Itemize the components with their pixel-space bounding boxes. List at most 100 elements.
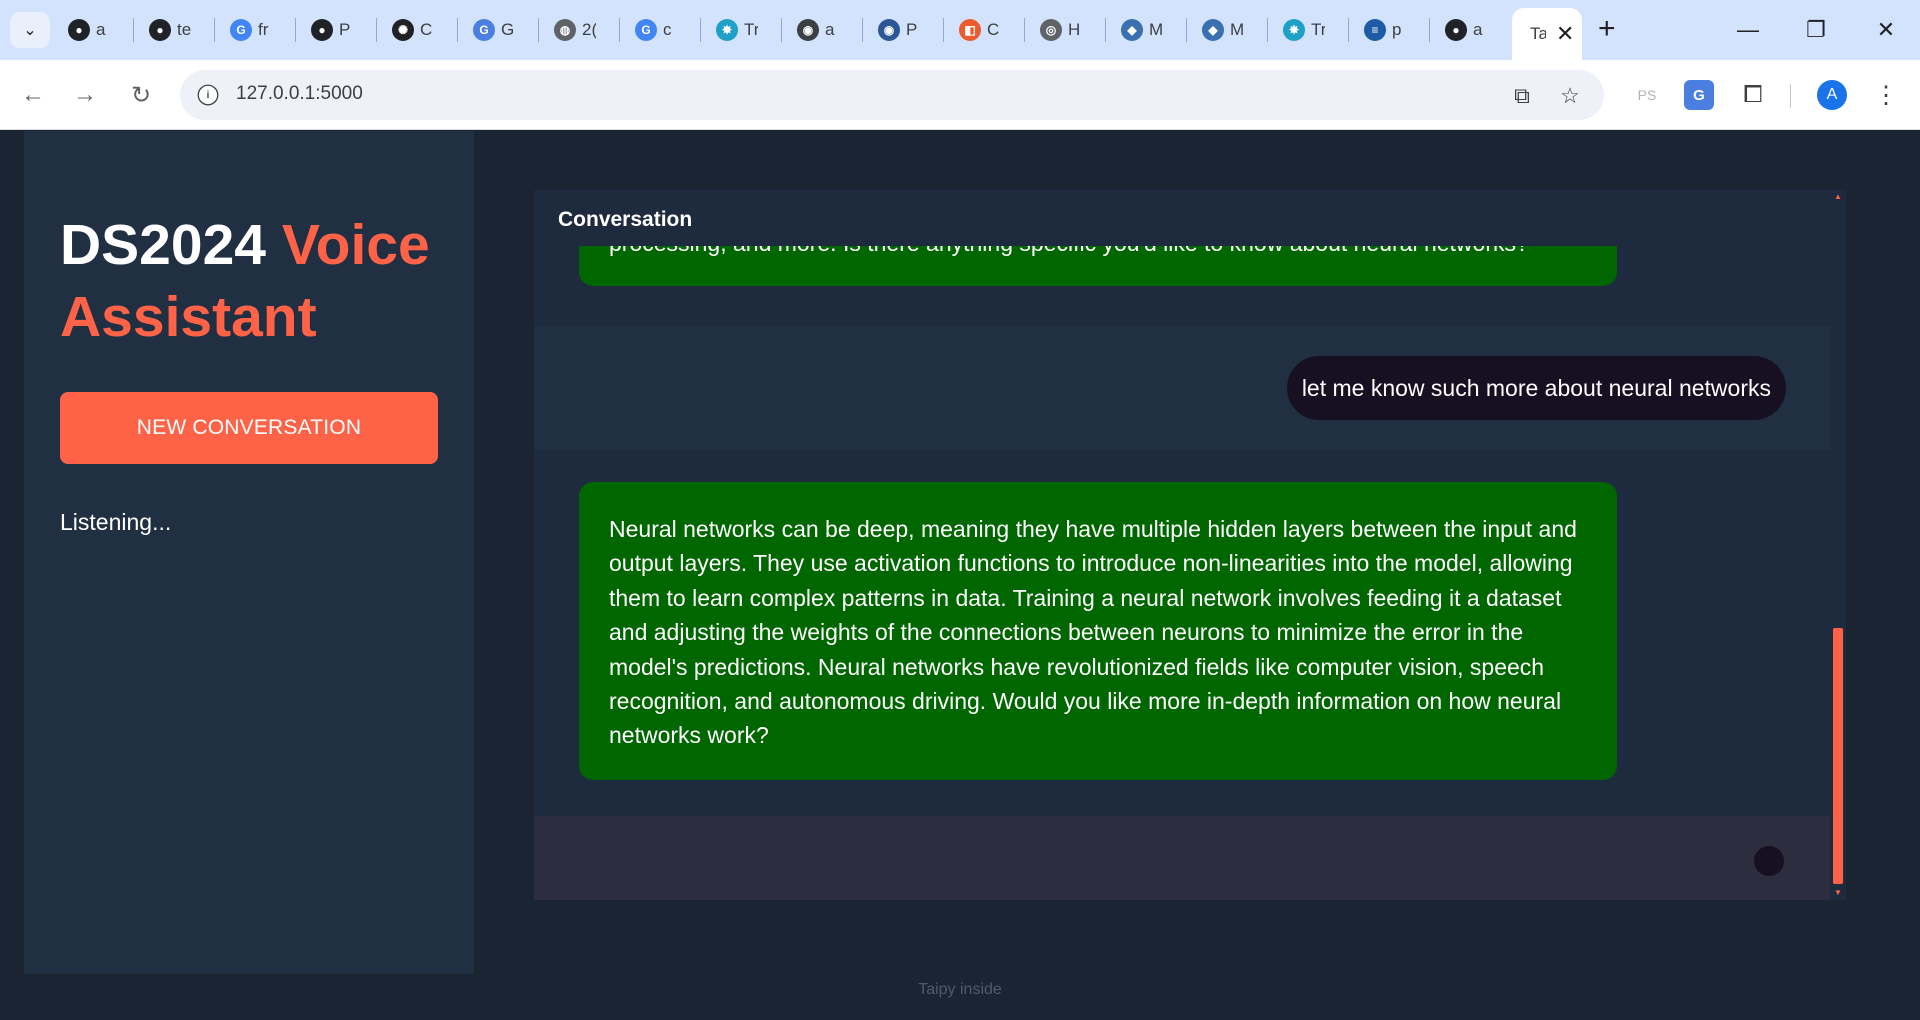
browser-tab[interactable]: ✸ Tr <box>704 12 758 48</box>
tab-label: Tr <box>744 20 758 39</box>
tab-separator <box>781 18 782 42</box>
extension-faded[interactable]: PS <box>1632 76 1662 114</box>
tab-separator <box>619 18 620 42</box>
tab-label: c <box>663 20 672 39</box>
github-icon: ● <box>311 19 333 41</box>
assistant-message-text: Neural networks can be deep, meaning the… <box>609 516 1577 749</box>
restore-button[interactable]: ❐ <box>1796 10 1836 50</box>
tab-label: M <box>1149 20 1163 39</box>
conversation-scrollbar[interactable]: ▲ ▼ <box>1830 190 1846 900</box>
assistant-message: Neural networks can be deep, meaning the… <box>579 482 1617 780</box>
user-message-row: let me know such more about neural netwo… <box>534 326 1830 450</box>
browser-tab[interactable]: ● a <box>1433 12 1487 48</box>
tab-separator <box>1429 18 1430 42</box>
close-window-button[interactable]: ✕ <box>1866 10 1906 50</box>
browser-tab-strip: ⌄ ● a ● te Gfr ● P ✺ C G G ◍ 2(Gc ✸ Tr ◉ a ◉ P ◧ C ◎ H ◆ M ◆ M ✸ Tr ≡… <box>0 0 1920 60</box>
tab-label: M <box>1230 20 1244 39</box>
openai-icon: ✺ <box>392 19 414 41</box>
browser-tab[interactable]: ✺ C <box>380 12 434 48</box>
browser-tab[interactable]: Gfr <box>218 12 272 48</box>
tab-separator <box>1348 18 1349 42</box>
new-tab-button[interactable]: + <box>1598 14 1616 44</box>
tab-label: P <box>339 20 351 39</box>
new-conversation-button[interactable]: NEW CONVERSATION <box>60 392 438 464</box>
tab-label: C <box>987 20 1000 39</box>
browser-tab[interactable]: ◆ M <box>1190 12 1244 48</box>
message-list[interactable]: processing, and more. Is there anything … <box>534 246 1830 816</box>
tab-label: Tr <box>1311 20 1325 39</box>
scroll-up-icon[interactable]: ▲ <box>1833 192 1843 202</box>
tab-label: a <box>1473 20 1483 39</box>
user-message: let me know such more about neural netwo… <box>1286 356 1786 420</box>
tab-search-button[interactable]: ⌄ <box>10 12 50 48</box>
tab-label: fr <box>258 20 269 39</box>
back-button[interactable]: ← <box>14 76 52 114</box>
profile-avatar[interactable]: A <box>1814 76 1850 114</box>
google-icon: G <box>230 19 252 41</box>
browser-tab[interactable]: ● P <box>299 12 353 48</box>
browser-tab[interactable]: ◉ a <box>785 12 839 48</box>
user-message-text: let me know such more about neural netwo… <box>1301 374 1771 401</box>
site-info-icon[interactable]: i <box>197 84 219 106</box>
app-title-main: DS2024 <box>60 213 266 277</box>
tab-separator <box>376 18 377 42</box>
tab-label: p <box>1392 20 1402 39</box>
listening-status: Listening... <box>60 509 172 535</box>
tab-label: G <box>501 20 515 39</box>
extensions-puzzle-icon[interactable]: ⧠ <box>1736 76 1770 114</box>
tab-label: P <box>906 20 918 39</box>
browser-tab[interactable]: ≡ p <box>1352 12 1406 48</box>
tab-separator <box>538 18 539 42</box>
translate-extension-icon[interactable]: G <box>1682 76 1716 114</box>
tab-label: H <box>1068 20 1081 39</box>
open-in-app-icon[interactable]: ⧉ <box>1506 80 1538 112</box>
active-tab[interactable]: Ta ✕ <box>1512 8 1582 60</box>
generic-icon: ◉ <box>797 19 819 41</box>
tab-label: a <box>96 20 106 39</box>
minimize-button[interactable]: — <box>1728 10 1768 50</box>
browser-tab[interactable]: ● a <box>56 12 110 48</box>
sidebar: DS2024 Voice Assistant NEW CONVERSATION … <box>24 131 474 974</box>
chrome-icon: ◎ <box>1040 19 1062 41</box>
address-bar[interactable]: i 127.0.0.1:5000 ⧉ ☆ <box>180 70 1604 120</box>
office-icon: ◧ <box>959 19 981 41</box>
tab-separator <box>862 18 863 42</box>
tab-label: 2( <box>582 20 596 39</box>
tab-separator <box>214 18 215 42</box>
browser-tab[interactable]: GG <box>461 12 515 48</box>
close-icon[interactable]: ✕ <box>1556 23 1574 45</box>
tab-label: C <box>420 20 433 39</box>
toolbar-divider <box>1790 84 1791 108</box>
tab-separator <box>457 18 458 42</box>
browser-tab[interactable]: Gc <box>623 12 677 48</box>
browser-tab[interactable]: ◆ M <box>1109 12 1163 48</box>
robot-icon: ◆ <box>1202 19 1224 41</box>
browser-tab[interactable]: ✸ Tr <box>1271 12 1325 48</box>
browser-tab[interactable]: ● te <box>137 12 191 48</box>
robot-icon: ◆ <box>1121 19 1143 41</box>
scroll-down-icon[interactable]: ▼ <box>1833 888 1843 898</box>
tab-separator <box>133 18 134 42</box>
globe-icon: ◍ <box>554 19 576 41</box>
scrollbar-thumb[interactable] <box>1833 628 1843 884</box>
assistant-message: processing, and more. Is there anything … <box>579 246 1617 286</box>
google-icon: G <box>635 19 657 41</box>
more-menu-icon[interactable]: ⋮ <box>1870 76 1902 114</box>
browser-tab[interactable]: ◍ 2( <box>542 12 596 48</box>
voice-input-bar <box>534 816 1830 900</box>
github-icon: ● <box>149 19 171 41</box>
browser-tab[interactable]: ◎ H <box>1028 12 1082 48</box>
bookmark-star-icon[interactable]: ☆ <box>1554 80 1586 112</box>
stackoverflow-icon: ≡ <box>1364 19 1386 41</box>
chevron-down-icon: ⌄ <box>23 22 37 39</box>
forward-button[interactable]: → <box>66 76 104 114</box>
browser-tab[interactable]: ◉ P <box>866 12 920 48</box>
reload-button[interactable]: ↻ <box>122 76 160 114</box>
url-text[interactable]: 127.0.0.1:5000 <box>236 83 363 105</box>
tab-separator <box>1267 18 1268 42</box>
translate-icon: G <box>473 19 495 41</box>
record-indicator-icon[interactable] <box>1754 846 1784 876</box>
generic-icon: ◉ <box>878 19 900 41</box>
tab-separator <box>700 18 701 42</box>
browser-tab[interactable]: ◧ C <box>947 12 1001 48</box>
